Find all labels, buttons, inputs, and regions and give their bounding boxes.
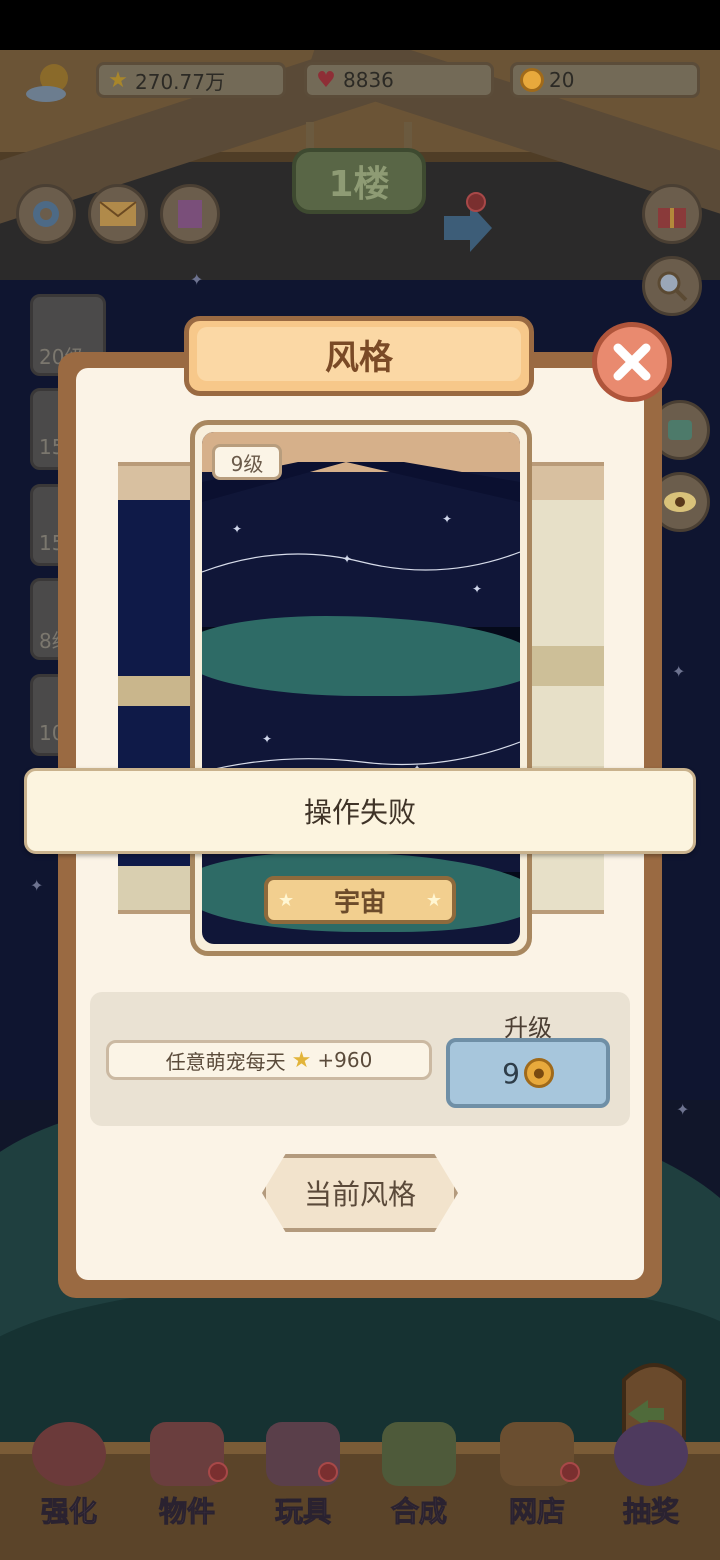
sparkle-icon: ✦ xyxy=(190,270,204,289)
coin-count: 20 xyxy=(549,68,575,92)
reward-text: 任意萌宠每天 xyxy=(165,1049,286,1074)
weather-icon[interactable] xyxy=(24,58,74,108)
current-style-button[interactable]: 当前风格 xyxy=(262,1154,458,1232)
sparkle-icon: ✦ xyxy=(30,876,44,895)
notification-dot xyxy=(318,1462,338,1482)
notification-dot xyxy=(560,1462,580,1482)
sparkle-icon: ✦ xyxy=(676,1100,690,1119)
tab-enhance[interactable]: 强化 xyxy=(14,1412,124,1552)
close-button[interactable] xyxy=(592,322,672,402)
star-count: 270.77万 xyxy=(135,69,225,94)
tab-shop[interactable]: 网店 xyxy=(482,1412,592,1552)
settings-button[interactable] xyxy=(16,184,76,244)
star-icon: ★ xyxy=(278,890,295,911)
dialog-title: 风格 xyxy=(325,337,393,378)
notification-dot xyxy=(466,192,486,212)
gift-icon xyxy=(658,208,686,228)
tab-label: 强化 xyxy=(40,1495,97,1529)
tab-label: 网店 xyxy=(508,1495,565,1529)
star-icon: ★ xyxy=(108,67,128,93)
envelope-icon xyxy=(99,201,137,226)
magnifier-button[interactable] xyxy=(642,256,702,316)
book-button[interactable] xyxy=(160,184,220,244)
heart-count: 8836 xyxy=(343,68,394,92)
error-toast: 操作失败 xyxy=(24,768,696,854)
style-name: 宇宙 xyxy=(333,887,386,918)
book-icon xyxy=(178,200,202,228)
eye-icon xyxy=(664,492,696,512)
reward-info: 任意萌宠每天 ★ +960 xyxy=(106,1040,432,1080)
gear-icon xyxy=(33,201,59,227)
close-icon xyxy=(613,343,651,381)
upgrade-cost: 9 xyxy=(502,1056,520,1090)
tab-toys[interactable]: 玩具 xyxy=(248,1412,358,1552)
sparkle-icon: ✦ xyxy=(672,662,686,681)
merge-cards-icon xyxy=(382,1422,456,1486)
star-counter: ★ 270.77万 xyxy=(96,62,286,98)
tab-merge[interactable]: 合成 xyxy=(364,1412,474,1552)
heart-counter: ♥ 8836 xyxy=(304,62,494,98)
paw-coin-icon: ● xyxy=(523,1058,554,1088)
upgrade-button[interactable]: 9 ● xyxy=(446,1038,610,1108)
star-icon: ★ xyxy=(291,1047,312,1073)
tab-label: 物件 xyxy=(158,1495,215,1529)
tab-label: 抽奖 xyxy=(622,1495,679,1529)
star-icon: ★ xyxy=(425,890,442,911)
magnifier-icon xyxy=(657,271,688,302)
mail-button[interactable] xyxy=(88,184,148,244)
heart-icon: ♥ xyxy=(316,67,336,93)
swap-icon xyxy=(668,420,692,440)
coin-counter: 20 xyxy=(510,62,700,98)
tab-label: 合成 xyxy=(390,1495,447,1529)
style-level-badge: 9级 xyxy=(212,444,282,480)
paw-coin-icon xyxy=(519,67,545,93)
gift-button[interactable] xyxy=(642,184,702,244)
prize-wheel-icon xyxy=(614,1422,688,1486)
tab-lottery[interactable]: 抽奖 xyxy=(596,1412,706,1552)
floor-sign[interactable]: 1楼 xyxy=(292,148,426,214)
lollipop-icon xyxy=(32,1422,106,1486)
notification-dot xyxy=(208,1462,228,1482)
style-preview-image: ✦ ✦ ✦ ✦ ✦ ✦ xyxy=(202,432,520,944)
tab-label: 玩具 xyxy=(274,1495,331,1529)
tab-items[interactable]: 物件 xyxy=(132,1412,242,1552)
style-name-plate: ★ 宇宙 ★ xyxy=(264,876,456,924)
reward-amount: +960 xyxy=(317,1048,373,1072)
